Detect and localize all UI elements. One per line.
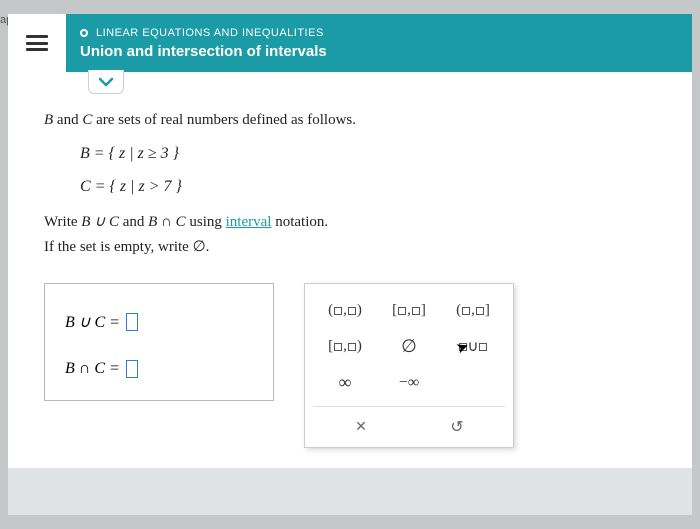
answer-intersection: B ∩ C =	[65, 360, 249, 378]
keypad-clear[interactable]: ✕	[313, 411, 409, 443]
topic-title: Union and intersection of intervals	[80, 43, 327, 60]
answer-intersection-input[interactable]	[126, 360, 138, 378]
set-b-definition: B = { z | z ≥ 3 }	[80, 140, 664, 167]
keypad-blank	[441, 366, 505, 400]
hamburger-icon	[26, 35, 48, 51]
answer-union-input[interactable]	[126, 313, 138, 331]
keypad-union[interactable]: ∪	[441, 330, 505, 364]
keypad-closed-closed[interactable]: [,]	[377, 294, 441, 328]
category-label: LINEAR EQUATIONS AND INEQUALITIES	[80, 27, 327, 39]
menu-button[interactable]	[8, 14, 66, 72]
interval-link[interactable]: interval	[226, 214, 272, 230]
app-container: LINEAR EQUATIONS AND INEQUALITIES Union …	[8, 14, 692, 515]
keypad-neg-infinity[interactable]: −∞	[377, 366, 441, 400]
keypad-open-open[interactable]: (,)	[313, 294, 377, 328]
keypad-empty-set[interactable]: ∅	[377, 330, 441, 364]
keypad-closed-open[interactable]: [,)	[313, 330, 377, 364]
category-dot-icon	[80, 29, 88, 37]
symbol-keypad: (,) [,] (,] [,) ∅ ∪ ∞ −∞ ✕	[304, 283, 514, 448]
set-c-definition: C = { z | z > 7 }	[80, 173, 664, 200]
answer-union: B ∪ C =	[65, 312, 249, 332]
chevron-down-icon	[98, 77, 114, 87]
reset-icon: ↺	[450, 417, 463, 437]
expand-tab[interactable]	[88, 70, 124, 94]
answer-box: B ∪ C = B ∩ C =	[44, 283, 274, 401]
keypad-infinity[interactable]: ∞	[313, 366, 377, 400]
content-area: B and C are sets of real numbers defined…	[8, 72, 692, 468]
x-icon: ✕	[355, 418, 367, 435]
header-bar: LINEAR EQUATIONS AND INEQUALITIES Union …	[8, 14, 692, 72]
empty-link[interactable]: empty	[114, 239, 151, 255]
keypad-open-closed[interactable]: (,]	[441, 294, 505, 328]
keypad-reset[interactable]: ↺	[409, 411, 505, 443]
problem-text: B and C are sets of real numbers defined…	[44, 108, 664, 261]
